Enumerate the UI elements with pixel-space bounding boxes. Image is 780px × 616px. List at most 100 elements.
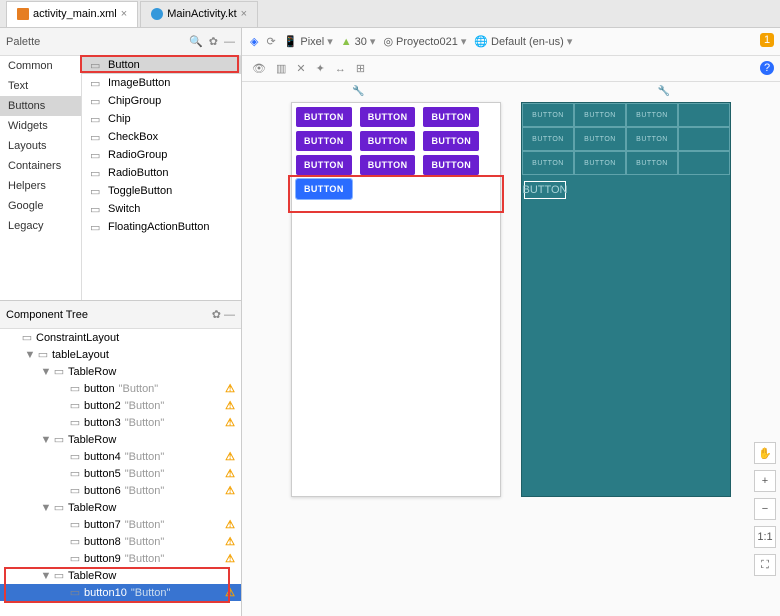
eye-icon[interactable]: 👁 <box>252 62 266 75</box>
close-icon[interactable]: × <box>241 8 247 20</box>
design-button[interactable]: BUTTON <box>296 155 352 175</box>
palette-category-text[interactable]: Text <box>0 76 81 96</box>
design-button[interactable]: BUTTON <box>423 155 479 175</box>
design-button[interactable]: BUTTON <box>296 107 352 127</box>
design-button[interactable]: BUTTON <box>296 131 352 151</box>
palette-category-layouts[interactable]: Layouts <box>0 136 81 156</box>
margin-icon[interactable]: ↔ <box>335 63 346 75</box>
blueprint-button[interactable]: BUTTON <box>626 127 678 151</box>
tree-node-button[interactable]: ▭button"Button"⚠ <box>0 380 241 397</box>
pan-tool[interactable]: ✋ <box>754 442 776 464</box>
search-icon[interactable]: 🔍 <box>189 35 203 48</box>
blueprint-button[interactable]: BUTTON <box>522 103 574 127</box>
zoom-out[interactable]: − <box>754 498 776 520</box>
expand-arrow[interactable]: ▼ <box>40 570 52 582</box>
blueprint-selected-button[interactable]: BUTTON <box>524 181 566 199</box>
info-badge[interactable]: ? <box>760 61 774 75</box>
infer-icon[interactable]: ✦ <box>316 62 325 75</box>
blueprint-preview[interactable]: BUTTON BUTTONBUTTONBUTTONBUTTONBUTTONBUT… <box>521 102 731 596</box>
api-selector[interactable]: ▲ 30 ▾ <box>341 35 376 48</box>
tree-node-constraintlayout[interactable]: ▭ConstraintLayout <box>0 329 241 346</box>
component-tree[interactable]: ▭ConstraintLayout▼▭tableLayout▼▭TableRow… <box>0 329 241 616</box>
warning-icon[interactable]: ⚠ <box>225 552 235 565</box>
tree-node-button8[interactable]: ▭button8"Button"⚠ <box>0 533 241 550</box>
autoconnect-icon[interactable]: ▥ <box>276 62 286 75</box>
close-icon[interactable]: × <box>121 8 127 20</box>
tree-node-tablerow[interactable]: ▼▭TableRow <box>0 431 241 448</box>
zoom-expand[interactable]: ⛶ <box>754 554 776 576</box>
orientation-icon[interactable]: ⟳ <box>266 35 275 48</box>
palette-item-chip[interactable]: ▭Chip <box>82 110 241 128</box>
blueprint-button[interactable] <box>678 151 730 175</box>
layers-icon[interactable]: ◈ <box>250 35 258 48</box>
tab-main-activity[interactable]: MainActivity.kt × <box>140 1 258 27</box>
zoom-fit[interactable]: 1:1 <box>754 526 776 548</box>
warning-icon[interactable]: ⚠ <box>225 450 235 463</box>
blueprint-button[interactable]: BUTTON <box>574 127 626 151</box>
zoom-in[interactable]: + <box>754 470 776 492</box>
design-button[interactable]: BUTTON <box>360 131 416 151</box>
blueprint-button[interactable]: BUTTON <box>626 103 678 127</box>
expand-arrow[interactable]: ▼ <box>40 434 52 446</box>
palette-item-floatingactionbutton[interactable]: ▭FloatingActionButton <box>82 218 241 236</box>
palette-category-common[interactable]: Common <box>0 56 81 76</box>
blueprint-button[interactable]: BUTTON <box>574 151 626 175</box>
design-button[interactable]: BUTTON <box>423 131 479 151</box>
design-button[interactable]: BUTTON <box>360 155 416 175</box>
palette-item-imagebutton[interactable]: ▭ImageButton <box>82 74 241 92</box>
palette-item-button[interactable]: ▭Button <box>82 56 241 74</box>
blueprint-surface[interactable]: BUTTON BUTTONBUTTONBUTTONBUTTONBUTTONBUT… <box>521 102 731 497</box>
warning-icon[interactable]: ⚠ <box>225 535 235 548</box>
palette-category-buttons[interactable]: Buttons <box>0 96 81 116</box>
design-button[interactable]: BUTTON <box>423 107 479 127</box>
gear-icon[interactable]: ✿ <box>209 35 218 48</box>
tree-node-tablerow[interactable]: ▼▭TableRow <box>0 567 241 584</box>
palette-item-chipgroup[interactable]: ▭ChipGroup <box>82 92 241 110</box>
minimize-icon[interactable]: — <box>224 36 235 48</box>
expand-arrow[interactable]: ▼ <box>24 349 36 361</box>
warning-icon[interactable]: ⚠ <box>225 467 235 480</box>
device-selector[interactable]: 📱 Pixel ▾ <box>284 35 333 48</box>
tree-node-button2[interactable]: ▭button2"Button"⚠ <box>0 397 241 414</box>
tree-node-button10[interactable]: ▭button10"Button"⚠ <box>0 584 241 601</box>
warning-icon[interactable]: ⚠ <box>225 399 235 412</box>
design-button-selected[interactable]: BUTTON <box>296 179 352 199</box>
palette-item-checkbox[interactable]: ▭CheckBox <box>82 128 241 146</box>
warning-icon[interactable]: ⚠ <box>225 416 235 429</box>
tree-node-button6[interactable]: ▭button6"Button"⚠ <box>0 482 241 499</box>
tab-activity-main[interactable]: activity_main.xml × <box>6 1 138 27</box>
design-button[interactable]: BUTTON <box>360 107 416 127</box>
palette-item-radiobutton[interactable]: ▭RadioButton <box>82 164 241 182</box>
tree-node-button3[interactable]: ▭button3"Button"⚠ <box>0 414 241 431</box>
palette-category-containers[interactable]: Containers <box>0 156 81 176</box>
design-surface[interactable]: BUTTON BUTTON BUTTON BUTTON BUTTON BUTTON BUTT… <box>291 102 501 497</box>
palette-item-switch[interactable]: ▭Switch <box>82 200 241 218</box>
expand-arrow[interactable]: ▼ <box>40 502 52 514</box>
palette-category-helpers[interactable]: Helpers <box>0 176 81 196</box>
blueprint-button[interactable]: BUTTON <box>626 151 678 175</box>
warning-icon[interactable]: ⚠ <box>225 484 235 497</box>
blueprint-button[interactable] <box>678 103 730 127</box>
palette-item-radiogroup[interactable]: ▭RadioGroup <box>82 146 241 164</box>
warning-icon[interactable]: ⚠ <box>225 382 235 395</box>
expand-arrow[interactable]: ▼ <box>40 366 52 378</box>
locale-selector[interactable]: 🌐 Default (en-us) ▾ <box>474 35 572 48</box>
palette-category-legacy[interactable]: Legacy <box>0 216 81 236</box>
tree-node-tablerow[interactable]: ▼▭TableRow <box>0 363 241 380</box>
tree-node-button7[interactable]: ▭button7"Button"⚠ <box>0 516 241 533</box>
blueprint-button[interactable]: BUTTON <box>522 151 574 175</box>
tree-node-button9[interactable]: ▭button9"Button"⚠ <box>0 550 241 567</box>
project-selector[interactable]: ◎ Proyecto021 ▾ <box>383 35 466 48</box>
palette-item-togglebutton[interactable]: ▭ToggleButton <box>82 182 241 200</box>
canvas-area[interactable]: 🔧 🔧 BUTTONBUTTONBUTTONBUTTONBUTTONBUTTON… <box>242 82 780 616</box>
palette-category-widgets[interactable]: Widgets <box>0 116 81 136</box>
tree-node-tablelayout[interactable]: ▼▭tableLayout <box>0 346 241 363</box>
clear-constraints-icon[interactable]: ✕ <box>296 62 305 75</box>
design-preview[interactable]: BUTTON BUTTON BUTTON BUTTON BUTTON BUTTON BUTT… <box>291 102 501 596</box>
tree-node-tablerow[interactable]: ▼▭TableRow <box>0 499 241 516</box>
warning-icon[interactable]: ⚠ <box>225 518 235 531</box>
gear-icon[interactable]: ✿ <box>212 309 221 321</box>
tree-node-button5[interactable]: ▭button5"Button"⚠ <box>0 465 241 482</box>
minimize-icon[interactable]: — <box>224 309 235 321</box>
blueprint-button[interactable]: BUTTON <box>574 103 626 127</box>
